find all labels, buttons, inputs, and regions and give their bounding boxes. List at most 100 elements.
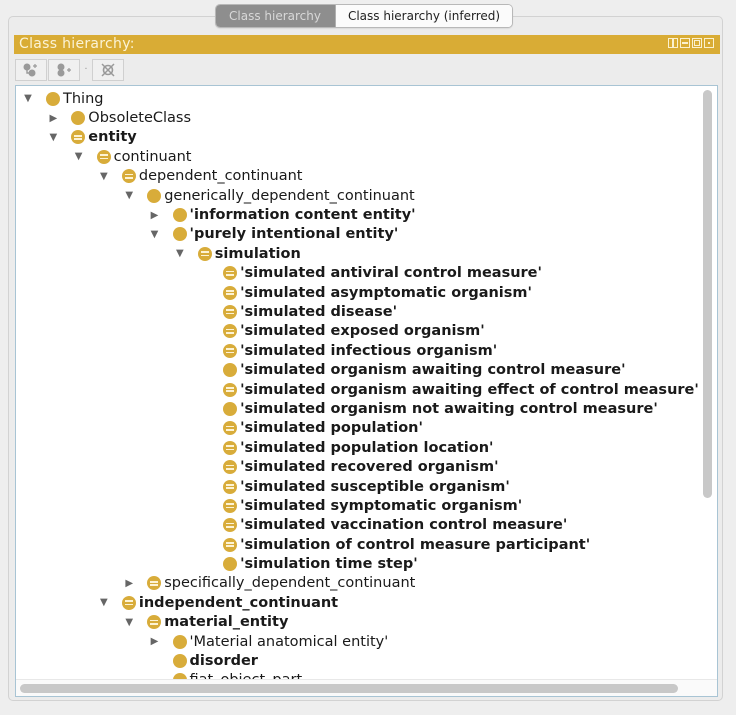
tree-node[interactable]: disorder [16,651,701,670]
add-sibling-class-button[interactable] [48,59,80,81]
class-icon [147,188,162,203]
defined-class-icon [96,149,111,164]
tree-node[interactable]: 'simulated population location' [16,438,701,457]
tree-node-label: dependent_continuant [138,168,303,185]
tree-node[interactable]: ▼ continuant [16,147,701,166]
tree-node-label: 'simulation time step' [240,556,418,573]
tree-node-label: 'simulated organism awaiting effect of c… [240,381,699,398]
tree-node[interactable]: ▼ 'purely intentional entity' [16,225,701,244]
expand-toggle-icon[interactable]: ▶ [149,209,161,221]
tree-node[interactable]: 'simulated asymptomatic organism' [16,283,701,302]
defined-class-icon [147,615,162,630]
add-subclass-icon [23,63,37,77]
tree-node[interactable]: ▼ simulation [16,244,701,263]
collapse-toggle-icon[interactable]: ▼ [174,248,186,260]
class-tree-panel[interactable]: ▼ Thing ▶ ObsoleteClass ▼ entity ▼ continuant ▼ d… [15,85,718,697]
class-icon [46,91,60,106]
tree-node-label: specifically_dependent_continuant [164,575,416,592]
tree-node-label: simulation [214,245,301,262]
tree-node[interactable]: 'simulated organism awaiting control mea… [16,360,701,379]
minimize-icon[interactable] [680,38,690,48]
tree-node[interactable]: 'simulation time step' [16,554,701,573]
view-controls [668,38,714,48]
maximize-icon[interactable] [692,38,702,48]
tree-node-label: ObsoleteClass [88,110,192,127]
tree-node[interactable]: 'simulated infectious organism' [16,341,701,360]
tree-node[interactable]: 'simulated organism not awaiting control… [16,399,701,418]
defined-class-icon [121,595,136,610]
tree-node-label: disorder [189,653,258,670]
class-icon [172,654,187,669]
expand-toggle-icon[interactable]: ▶ [149,636,161,648]
add-sibling-class-icon [57,63,71,77]
tree-node[interactable]: ▶ specifically_dependent_continuant [16,574,701,593]
tree-node[interactable]: 'simulated disease' [16,302,701,321]
defined-class-icon [223,498,238,513]
view-tabs: Class hierarchy Class hierarchy (inferre… [215,4,514,28]
tree-node[interactable]: ▼ generically_dependent_continuant [16,186,701,205]
tree-node[interactable]: 'simulation of control measure participa… [16,535,701,554]
tree-node[interactable]: ▼ entity [16,128,701,147]
tree-node[interactable]: ▶ 'Material anatomical entity' [16,632,701,651]
collapse-toggle-icon[interactable]: ▼ [149,228,161,240]
collapse-toggle-icon[interactable]: ▼ [123,616,135,628]
view-header: Class hierarchy: [14,35,720,54]
tree-node-label: 'simulated exposed organism' [240,323,485,340]
collapse-toggle-icon[interactable]: ▼ [98,170,110,182]
tree-node[interactable]: ▼ independent_continuant [16,593,701,612]
tree-node-label: generically_dependent_continuant [164,187,415,204]
tree-node-label: 'information content entity' [189,207,416,224]
tree-node[interactable]: ▼ material_entity [16,613,701,632]
tree-node[interactable]: 'simulated organism awaiting effect of c… [16,380,701,399]
tree-node[interactable]: 'simulated recovered organism' [16,457,701,476]
tree-node[interactable]: ▼ Thing [16,89,701,108]
tree-node-label: entity [88,129,137,146]
defined-class-icon [223,382,238,397]
class-toolbar: · [15,59,124,81]
collapse-toggle-icon[interactable]: ▼ [47,131,59,143]
class-icon [172,208,187,223]
vertical-scrollbar[interactable] [703,90,712,498]
toolbar-separator: · [84,64,88,75]
delete-class-button[interactable] [92,59,124,81]
tree-node-label: material_entity [164,614,289,631]
class-icon [223,401,238,416]
tree-node[interactable]: 'simulated exposed organism' [16,322,701,341]
tree-node-label: 'simulated organism awaiting control mea… [240,362,626,379]
split-icon[interactable] [668,38,678,48]
tree-node[interactable]: 'simulated antiviral control measure' [16,264,701,283]
tree-node[interactable]: ▶ 'information content entity' [16,205,701,224]
tree-node-label: 'simulated population location' [240,439,494,456]
defined-class-icon [223,421,238,436]
tree-node[interactable]: ▼ dependent_continuant [16,167,701,186]
tree-node-label: 'simulated organism not awaiting control… [240,400,658,417]
tree-node-label: 'simulated recovered organism' [240,459,499,476]
tree-node[interactable]: 'simulated susceptible organism' [16,477,701,496]
collapse-toggle-icon[interactable]: ▼ [22,93,34,105]
horizontal-scrollbar-track [16,679,717,696]
tree-node-label: independent_continuant [138,594,339,611]
tree-node[interactable]: 'simulated symptomatic organism' [16,496,701,515]
tab-class-hierarchy[interactable]: Class hierarchy [216,5,335,27]
tree-node[interactable]: ▶ ObsoleteClass [16,108,701,127]
collapse-toggle-icon[interactable]: ▼ [123,190,135,202]
add-subclass-button[interactable] [15,59,47,81]
tree-node-label: 'simulated vaccination control measure' [240,517,568,534]
expand-toggle-icon[interactable]: ▶ [47,112,59,124]
defined-class-icon [223,266,238,281]
tree-node-label: 'simulated infectious organism' [240,342,498,359]
expand-toggle-icon[interactable]: ▶ [123,577,135,589]
tree-node-label: 'simulated asymptomatic organism' [240,284,532,301]
defined-class-icon [197,246,212,261]
tree-node[interactable]: 'simulated vaccination control measure' [16,516,701,535]
horizontal-scrollbar[interactable] [20,684,678,693]
close-icon[interactable] [704,38,714,48]
tree-node-label: 'simulated susceptible organism' [240,478,510,495]
collapse-toggle-icon[interactable]: ▼ [73,151,85,163]
tree-node-label: 'simulated symptomatic organism' [240,497,523,514]
collapse-toggle-icon[interactable]: ▼ [98,597,110,609]
defined-class-icon [71,130,86,145]
class-icon [223,363,238,378]
tab-class-hierarchy-inferred[interactable]: Class hierarchy (inferred) [334,5,513,27]
tree-node[interactable]: 'simulated population' [16,419,701,438]
